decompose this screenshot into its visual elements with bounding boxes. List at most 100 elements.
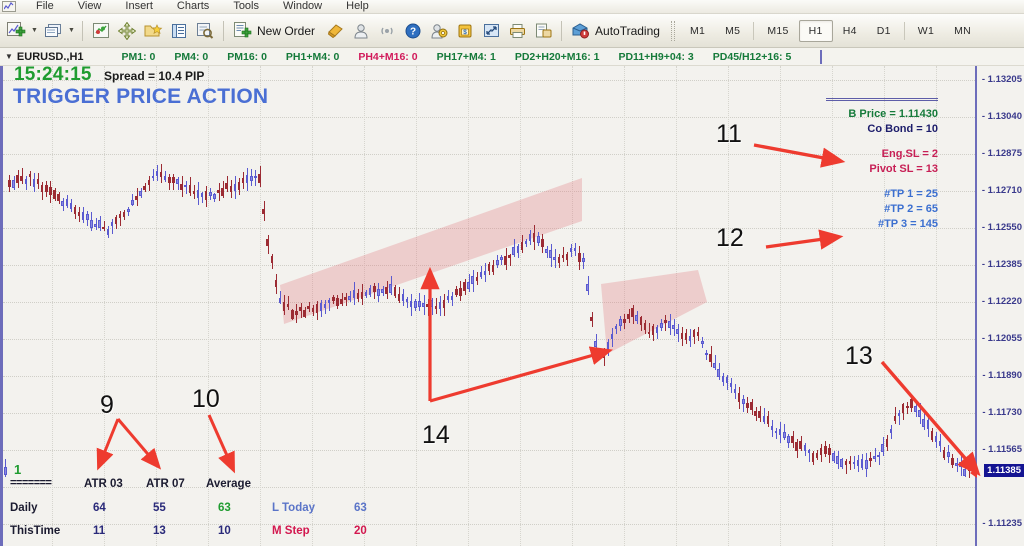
fullscreen-icon[interactable]: [478, 18, 504, 44]
candle-body: [86, 213, 89, 220]
candle-body: [934, 436, 938, 443]
candle-body: [803, 444, 807, 451]
candle-body: [692, 330, 696, 337]
candle-body: [668, 321, 671, 328]
candle-body: [528, 234, 532, 242]
menu-item-help[interactable]: Help: [334, 0, 381, 13]
new-chart-dropdown-caret-icon[interactable]: ▼: [29, 18, 40, 44]
timeframe-w1[interactable]: W1: [908, 20, 944, 42]
candle-body: [918, 409, 921, 417]
candle-wick: [874, 448, 876, 462]
help-question-icon[interactable]: ?: [400, 18, 426, 44]
counter-pd11-h9-04: PD11+H9+04: 3: [618, 50, 694, 63]
candle-body: [717, 368, 720, 377]
counter-pm1: PM1: 0: [121, 50, 156, 63]
svg-text:$: $: [463, 29, 467, 36]
candle-body: [910, 399, 913, 409]
metaeditor-icon[interactable]: [322, 18, 348, 44]
candle-body: [438, 302, 442, 310]
candle-body: [245, 175, 249, 184]
profiles-dropdown-caret-icon[interactable]: ▼: [66, 18, 77, 44]
menu-item-tools[interactable]: Tools: [221, 0, 271, 13]
annotation-14: 14: [422, 421, 450, 449]
atr-dashes: =======: [10, 477, 52, 489]
market-watch-icon[interactable]: [88, 18, 114, 44]
new-order-icon[interactable]: [229, 18, 255, 44]
timeframe-h4[interactable]: H4: [833, 20, 867, 42]
menu-item-view[interactable]: View: [66, 0, 114, 13]
timeframe-h1[interactable]: H1: [798, 19, 833, 42]
candle-body: [106, 229, 110, 235]
price-chart[interactable]: 15:24:15 Spread = 10.4 PIP TRIGGER PRICE…: [0, 66, 1024, 546]
candle-body: [442, 300, 446, 309]
candle-body: [680, 332, 684, 340]
candle-body: [754, 410, 757, 417]
timeframe-d1[interactable]: D1: [867, 20, 901, 42]
candle-body: [951, 458, 954, 465]
print-icon[interactable]: [504, 18, 530, 44]
candle-body: [746, 403, 749, 408]
candle-body: [856, 460, 860, 466]
signals-icon[interactable]: [374, 18, 400, 44]
toolbar-separator-3: [561, 20, 563, 41]
print-preview-icon[interactable]: [530, 18, 556, 44]
chevron-down-icon[interactable]: ▼: [5, 52, 13, 61]
candle-body: [705, 352, 708, 356]
timeframe-m1[interactable]: M1: [680, 20, 715, 42]
candle-body: [647, 331, 651, 335]
timeframe-drag-handle[interactable]: [670, 20, 675, 41]
timeframe-separator-2: [903, 21, 905, 40]
candle-body: [94, 223, 97, 227]
candle-body: [483, 271, 487, 275]
candle-body: [250, 176, 253, 182]
candle-body: [184, 185, 187, 188]
timeframe-m5[interactable]: M5: [715, 20, 750, 42]
autotrading-icon[interactable]: [567, 18, 593, 44]
options-gear-icon[interactable]: [426, 18, 452, 44]
candle-body: [340, 299, 343, 305]
data-window-icon[interactable]: [140, 18, 166, 44]
counter-ph4-m16: PH4+M16: 0: [358, 50, 418, 63]
menu-item-charts[interactable]: Charts: [165, 0, 221, 13]
candle-body: [360, 291, 364, 299]
candle-body: [664, 319, 667, 324]
new-order-label[interactable]: New Order: [257, 24, 315, 38]
candle-body: [873, 456, 876, 459]
candle-body: [57, 193, 60, 202]
candle-body: [893, 415, 897, 422]
annotation-11: 11: [716, 120, 742, 148]
timeframe-separator-1: [753, 21, 755, 40]
candle-body: [254, 175, 257, 179]
tp3-value: #TP 3 = 145: [877, 218, 938, 230]
timeframe-mn[interactable]: MN: [944, 20, 981, 42]
autotrading-label[interactable]: AutoTrading: [595, 24, 660, 38]
terminal-icon[interactable]: [166, 18, 192, 44]
expert-advisors-icon[interactable]: [348, 18, 374, 44]
menu-item-insert[interactable]: Insert: [113, 0, 165, 13]
market-store-icon[interactable]: $: [452, 18, 478, 44]
candle-body: [143, 186, 146, 191]
atr-marker: 1: [14, 462, 22, 477]
candle-body: [684, 333, 688, 340]
new-chart-icon[interactable]: [3, 18, 29, 44]
navigator-icon[interactable]: [114, 18, 140, 44]
candle-body: [221, 188, 224, 197]
strategy-tester-icon[interactable]: [192, 18, 218, 44]
candle-body: [877, 455, 880, 458]
profiles-icon[interactable]: [40, 18, 66, 44]
candle-body: [110, 222, 114, 226]
candle-body: [742, 398, 745, 404]
tp2-value: #TP 2 = 65: [884, 203, 938, 215]
menu-item-file[interactable]: File: [24, 0, 66, 13]
timeframe-m15[interactable]: M15: [757, 20, 798, 42]
candle-body: [787, 436, 790, 444]
candle-body: [569, 247, 573, 253]
candle-body: [401, 293, 405, 301]
candle-body: [901, 404, 905, 413]
candle-body: [36, 179, 40, 185]
candle-body: [623, 319, 626, 323]
menu-item-window[interactable]: Window: [271, 0, 334, 13]
candle-body: [131, 200, 134, 205]
atr-row-thistime-label: ThisTime: [10, 525, 61, 537]
price-axis[interactable]: - 1.13205 - 1.13040 - 1.12875 - 1.12710 - 1.…: [970, 66, 1024, 546]
